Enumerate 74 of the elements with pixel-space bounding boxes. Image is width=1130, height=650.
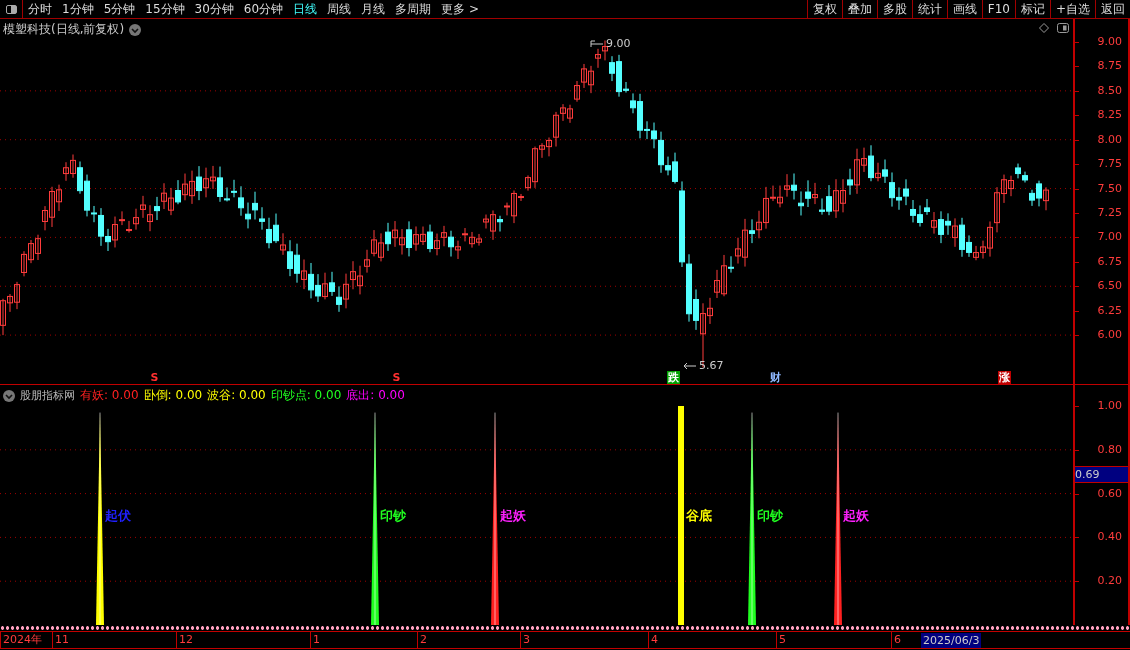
date-label: 12 xyxy=(176,632,310,648)
toolbar-button[interactable]: 画线 xyxy=(946,0,982,18)
legend-item: 卧倒: 0.00 xyxy=(143,387,203,404)
price-tick-label: 6.00 xyxy=(1097,328,1122,343)
indicator-tick-label: 0.80 xyxy=(1097,442,1122,457)
period-tab[interactable]: 1分钟 xyxy=(57,0,99,18)
price-tick-label: 8.00 xyxy=(1097,132,1122,147)
price-tick-label: 9.00 xyxy=(1097,35,1122,49)
price-tick-label: 8.75 xyxy=(1097,59,1122,74)
price-tick-label: 6.50 xyxy=(1097,279,1122,294)
signal-mark: S xyxy=(150,371,159,384)
date-label: 2 xyxy=(417,632,520,648)
price-tick-label: 7.75 xyxy=(1097,157,1122,172)
diamond-icon[interactable] xyxy=(1039,23,1050,33)
price-tick-label: 8.50 xyxy=(1097,83,1122,98)
date-label: 11 xyxy=(52,632,176,648)
period-tab[interactable]: 日线 xyxy=(288,0,323,18)
legend-item: 底出: 0.00 xyxy=(346,387,405,404)
price-tick-label: 7.50 xyxy=(1097,181,1122,196)
period-tab[interactable]: 15分钟 xyxy=(140,0,190,18)
toolbar-button[interactable]: +自选 xyxy=(1049,0,1095,18)
toolbar-button[interactable]: F10 xyxy=(981,0,1015,18)
signal-label: 起伏 xyxy=(105,507,131,525)
period-tab[interactable]: 30分钟 xyxy=(189,0,239,18)
toolbar-button[interactable]: 标记 xyxy=(1014,0,1050,18)
toolbar-button[interactable]: 统计 xyxy=(911,0,947,18)
legend-item: 波谷: 0.00 xyxy=(207,387,266,404)
signal-label: 起妖 xyxy=(843,507,869,525)
period-tab[interactable]: 多周期 xyxy=(390,0,437,18)
indicator-name: 股朋指标网 xyxy=(20,388,75,403)
chart-title: 模塑科技(日线,前复权) xyxy=(3,21,125,38)
toolbar-button[interactable]: 复权 xyxy=(806,0,842,18)
date-label: 3 xyxy=(520,632,648,648)
pointer-arrow-icon xyxy=(590,39,604,48)
indicator-tick-label: 0.60 xyxy=(1097,486,1122,501)
date-label: 4 xyxy=(648,632,776,648)
toolbar-button[interactable]: 多股 xyxy=(876,0,912,18)
high-price-label: 9.00 xyxy=(606,37,631,50)
price-tick-label: 6.75 xyxy=(1097,254,1122,269)
signal-mark: 财 xyxy=(769,371,781,384)
date-label: 2024年 xyxy=(0,632,52,648)
period-tab[interactable]: 5分钟 xyxy=(98,0,141,18)
date-label: 1 xyxy=(310,632,417,648)
price-tick-label: 7.25 xyxy=(1097,205,1122,220)
legend-item: 印钞点: 0.00 xyxy=(270,387,342,404)
signal-label: 谷底 xyxy=(686,507,712,525)
period-tab[interactable]: 更多 > xyxy=(436,0,484,18)
panel-toggle-icon[interactable] xyxy=(1057,23,1070,33)
current-date-label: 2025/06/3 xyxy=(921,632,982,648)
signal-tag: 涨 xyxy=(997,371,1011,384)
period-tab[interactable]: 月线 xyxy=(356,0,391,18)
price-tick-label: 7.00 xyxy=(1097,230,1122,245)
toolbar-button[interactable]: 返回 xyxy=(1095,0,1130,18)
low-price-label: 5.67 xyxy=(699,359,724,372)
signal-tag: 跌 xyxy=(666,371,680,384)
signal-mark: S xyxy=(392,371,401,384)
date-label: 5 xyxy=(776,632,891,648)
toolbar-button[interactable]: 叠加 xyxy=(841,0,877,18)
indicator-tick-label: 0.20 xyxy=(1097,574,1122,589)
price-tick-label: 8.25 xyxy=(1097,108,1122,123)
dropdown-icon[interactable] xyxy=(3,389,15,402)
indicator-tick-label: 1.00 xyxy=(1097,399,1122,413)
indicator-tick-label: 0.40 xyxy=(1097,530,1122,545)
price-tick-label: 6.25 xyxy=(1097,303,1122,318)
signal-label: 起妖 xyxy=(500,507,526,525)
period-tab[interactable]: 60分钟 xyxy=(238,0,289,18)
current-value-label: 0.69 xyxy=(1075,465,1128,483)
pointer-arrow-icon xyxy=(683,361,697,370)
legend-item: 有妖: 0.00 xyxy=(80,387,139,404)
period-tab[interactable]: 分时 xyxy=(23,0,57,18)
signal-label: 印钞 xyxy=(380,507,406,525)
period-tab[interactable]: 周线 xyxy=(322,0,357,18)
dropdown-icon[interactable] xyxy=(129,23,142,36)
signal-label: 印钞 xyxy=(757,507,783,525)
